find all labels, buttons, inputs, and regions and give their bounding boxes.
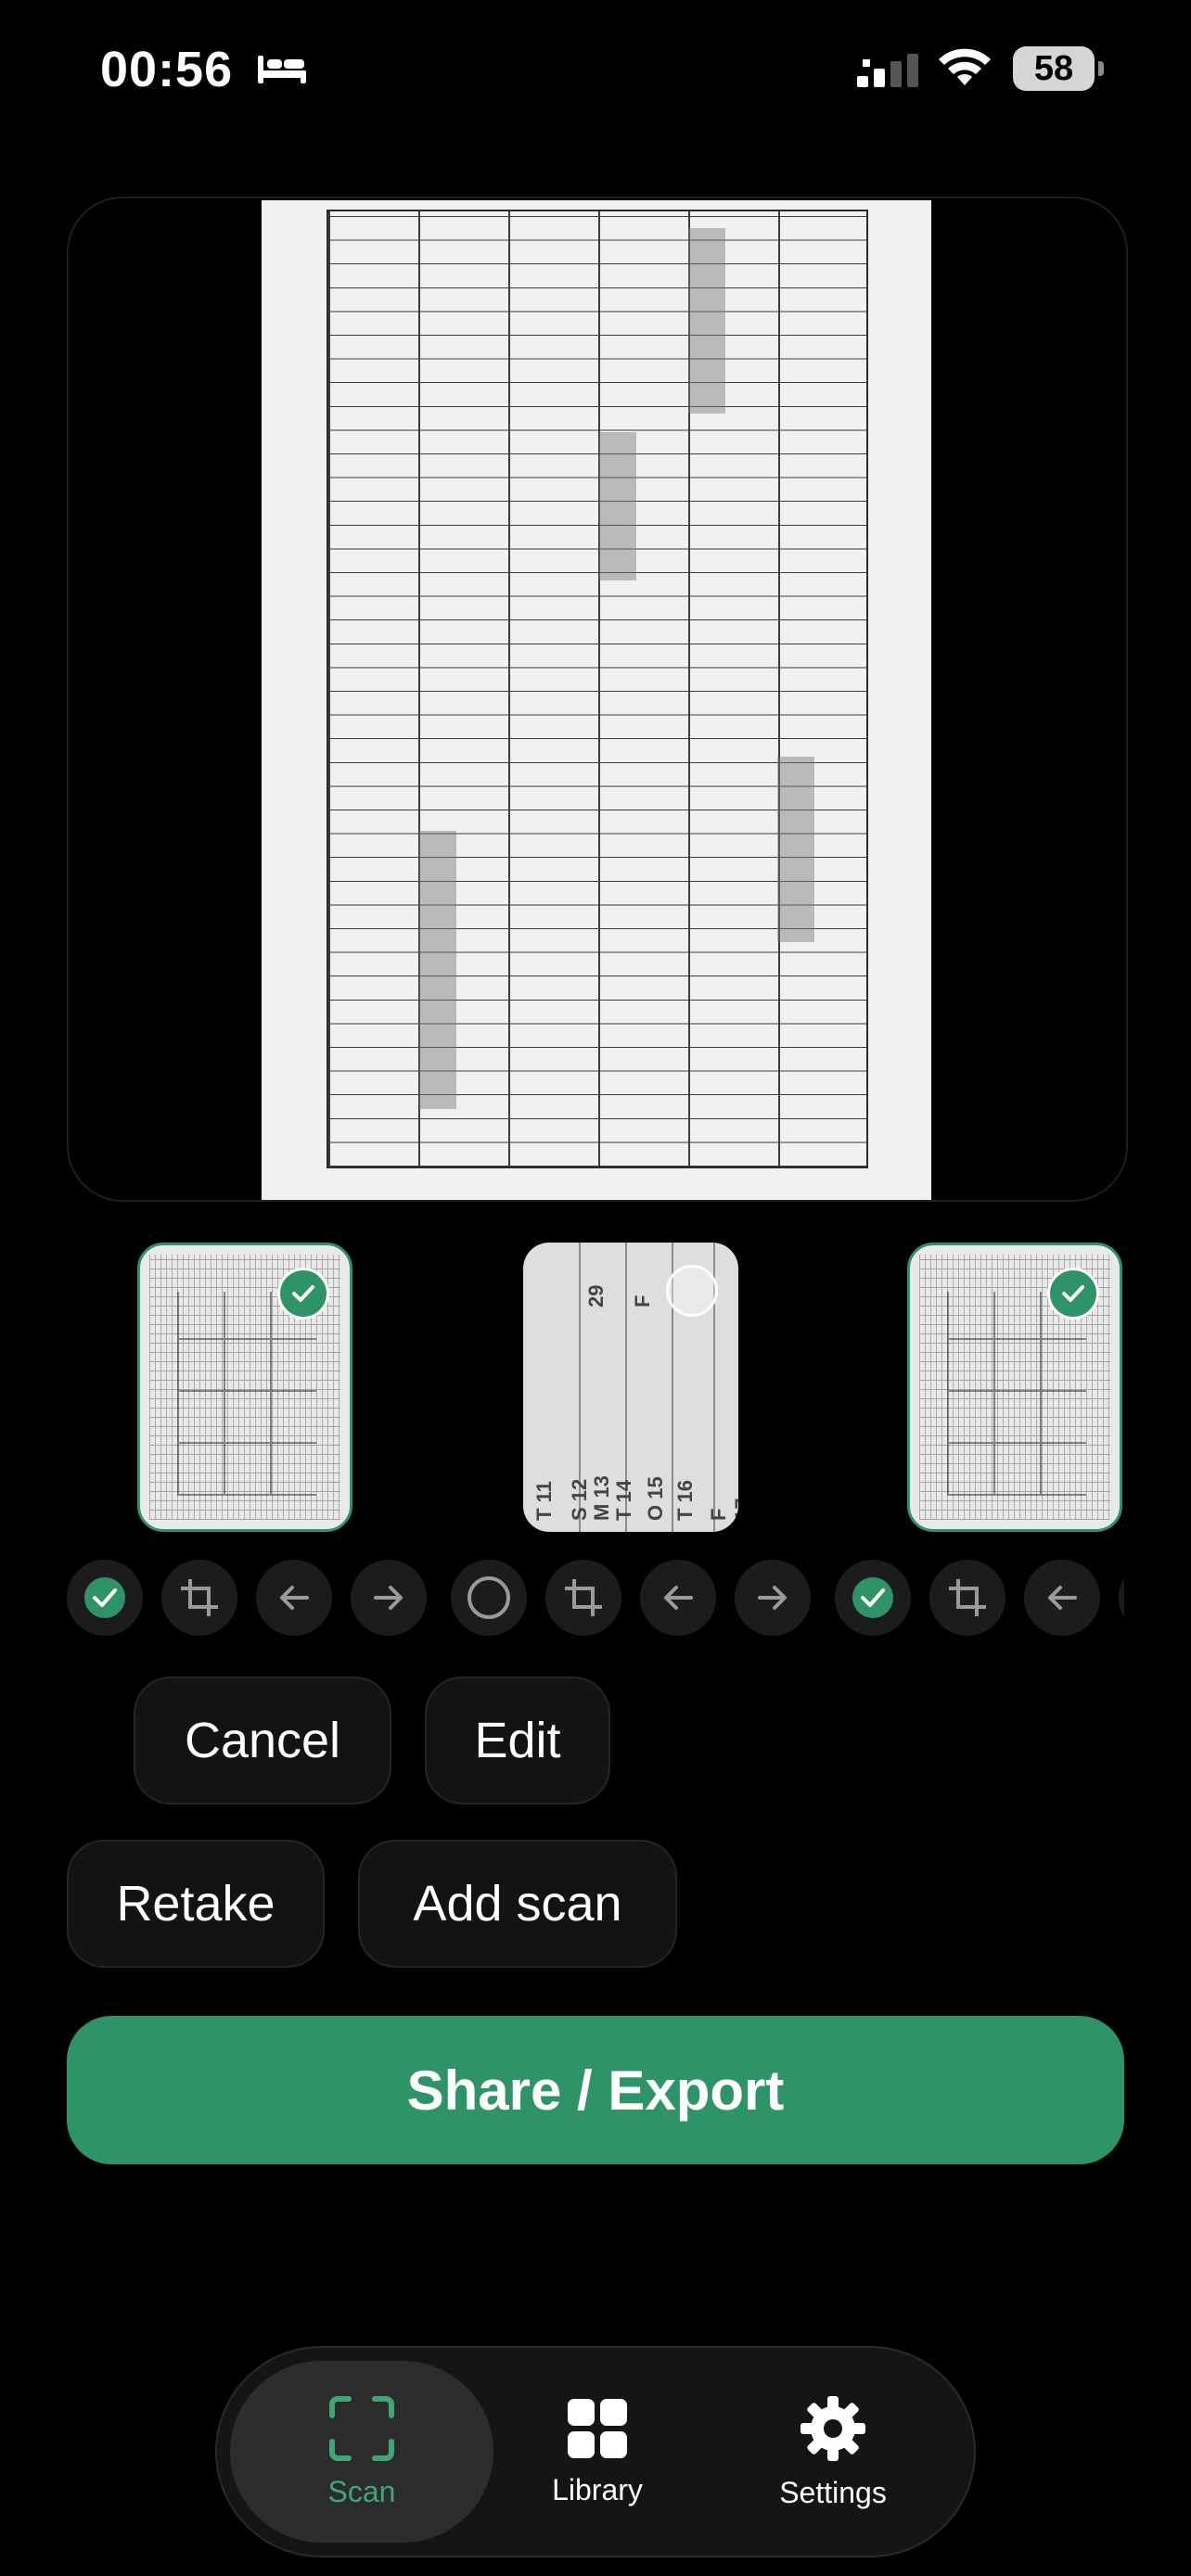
select-circle-icon[interactable] <box>451 1560 527 1636</box>
sleep-focus-icon <box>258 56 306 83</box>
doc-shade <box>777 757 814 942</box>
tab-label: Library <box>552 2472 643 2506</box>
thumb-label: O 15 <box>644 1476 667 1521</box>
tab-scan[interactable]: Scan <box>230 2361 493 2543</box>
thumb-label: T 16 <box>673 1479 697 1521</box>
battery-indicator: 58 <box>1013 46 1095 91</box>
selected-check-icon[interactable] <box>1047 1268 1099 1320</box>
thumb-label: M 13 <box>590 1475 613 1521</box>
cellular-signal-icon <box>857 54 918 87</box>
scan-preview[interactable] <box>67 197 1128 1202</box>
move-left-arrow-icon[interactable] <box>640 1560 716 1636</box>
document-calendar-table <box>327 210 868 1168</box>
select-check-icon[interactable] <box>67 1560 143 1636</box>
thumb-label: S 12 <box>568 1478 591 1521</box>
thumb-label: 29 <box>584 1284 608 1307</box>
tab-bar: Scan Library Settings <box>215 2346 976 2557</box>
status-bar: 00:56 58 <box>0 0 1191 139</box>
doc-shade <box>419 831 456 1109</box>
tab-settings[interactable]: Settings <box>701 2361 965 2543</box>
thumb-label: T 14 <box>612 1479 635 1521</box>
crop-icon[interactable] <box>545 1560 621 1636</box>
page-thumbnail-1[interactable] <box>137 1243 352 1532</box>
thumb-label: F <box>631 1294 654 1307</box>
tab-label: Scan <box>327 2474 396 2508</box>
selected-check-icon[interactable] <box>277 1268 329 1320</box>
thumb-label: T 11 <box>532 1481 556 1521</box>
edit-button[interactable]: Edit <box>425 1677 610 1804</box>
tab-label: Settings <box>779 2475 887 2509</box>
page-thumbnail-3[interactable] <box>907 1243 1122 1532</box>
status-time: 00:56 <box>100 42 234 97</box>
scanned-document-image <box>262 200 931 1200</box>
move-left-arrow-icon[interactable] <box>256 1560 332 1636</box>
scan-icon <box>329 2395 394 2461</box>
wifi-icon <box>939 48 991 85</box>
crop-icon[interactable] <box>161 1560 237 1636</box>
move-right-arrow-icon[interactable] <box>1119 1560 1124 1636</box>
move-right-arrow-icon[interactable] <box>351 1560 427 1636</box>
move-right-arrow-icon[interactable] <box>735 1560 811 1636</box>
page-controls-row <box>67 1560 1124 1636</box>
thumbnail-grid <box>947 1292 1086 1496</box>
move-left-arrow-icon[interactable] <box>1024 1560 1100 1636</box>
battery-nub <box>1098 61 1104 76</box>
thumb-label: F 17 <box>707 1498 738 1521</box>
crop-icon[interactable] <box>929 1560 1005 1636</box>
cancel-button[interactable]: Cancel <box>134 1677 391 1804</box>
retake-button[interactable]: Retake <box>67 1840 325 1968</box>
gear-icon <box>800 2395 865 2461</box>
unselected-circle-icon[interactable] <box>666 1265 718 1317</box>
add-scan-button[interactable]: Add scan <box>358 1840 677 1968</box>
select-check-icon[interactable] <box>835 1560 911 1636</box>
grid-icon <box>568 2398 627 2458</box>
doc-shade <box>599 432 636 580</box>
thumbnail-grid <box>177 1292 316 1496</box>
tab-library[interactable]: Library <box>466 2361 729 2543</box>
share-export-button[interactable]: Share / Export <box>67 2016 1124 2164</box>
page-thumbnail-2[interactable]: 29 F T 11 S 12 M 13 T 14 O 15 T 16 F 17 <box>523 1243 738 1532</box>
doc-shade <box>688 228 725 414</box>
